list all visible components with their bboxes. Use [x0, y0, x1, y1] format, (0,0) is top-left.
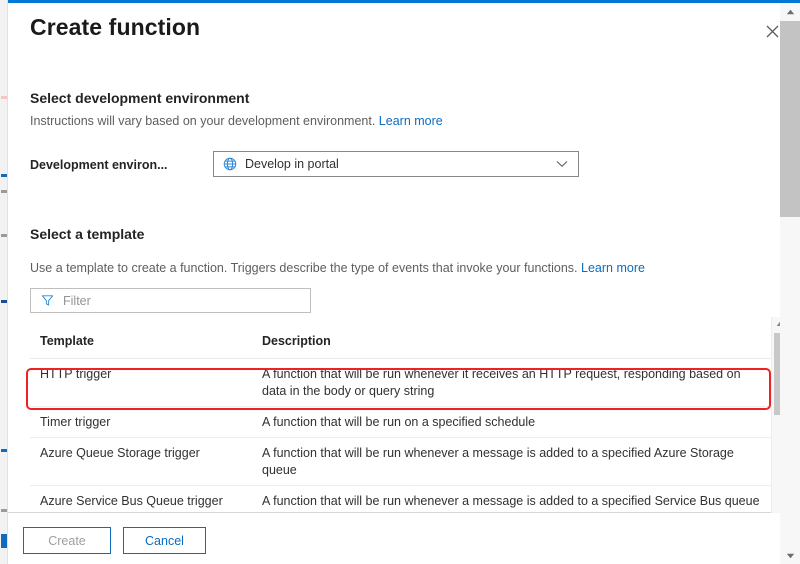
bg-chip [1, 509, 7, 512]
globe-icon [223, 157, 237, 171]
dev-environment-learn-more-link[interactable]: Learn more [379, 114, 443, 128]
background-page-sliver [0, 0, 8, 564]
create-button[interactable]: Create [23, 527, 111, 554]
table-body: HTTP trigger A function that will be run … [30, 358, 780, 509]
page-title: Create function [30, 14, 201, 40]
bg-chip [1, 190, 7, 193]
bg-chip [1, 449, 7, 452]
dev-environment-dropdown[interactable]: Develop in portal [213, 151, 579, 177]
blade-content: Select development environment Instructi… [8, 58, 780, 512]
table-header-row: Template Description [30, 333, 780, 358]
template-description: Use a template to create a function. Tri… [30, 261, 645, 275]
table-row[interactable]: Timer trigger A function that will be run… [30, 407, 780, 438]
template-heading: Select a template [30, 226, 145, 242]
cell-template-name: Azure Service Bus Queue trigger [40, 494, 223, 508]
template-learn-more-link[interactable]: Learn more [581, 261, 645, 275]
cell-template-description: A function that will be run whenever it … [262, 367, 741, 398]
dev-environment-selected-value: Develop in portal [245, 157, 339, 171]
cell-template-description: A function that will be run whenever a m… [262, 494, 760, 508]
bg-chip [1, 96, 7, 99]
bg-chip [1, 534, 7, 548]
chevron-down-icon [556, 160, 568, 168]
cell-template-name: Timer trigger [40, 415, 111, 429]
bg-chip [1, 234, 7, 237]
templates-table: Template Description HTTP trigger A funct… [30, 333, 780, 509]
table-row[interactable]: HTTP trigger A function that will be run … [30, 359, 780, 407]
create-function-blade: Create function Select development envir… [8, 0, 800, 564]
template-description-text: Use a template to create a function. Tri… [30, 261, 578, 275]
footer-action-bar: Create Cancel [8, 512, 800, 564]
bg-chip [1, 174, 7, 177]
dev-environment-description: Instructions will vary based on your dev… [30, 114, 443, 128]
bg-chip [1, 300, 7, 303]
cancel-button[interactable]: Cancel [123, 527, 206, 554]
cell-template-name: HTTP trigger [40, 367, 112, 381]
table-row[interactable]: Azure Service Bus Queue trigger A functio… [30, 486, 780, 509]
page-scrollbar-thumb[interactable] [780, 21, 800, 217]
scroll-up-icon[interactable] [780, 3, 800, 20]
dev-environment-field-label: Development environ... [30, 158, 168, 172]
title-bar: Create function [8, 6, 800, 58]
template-filter-box[interactable] [30, 288, 311, 313]
dev-environment-description-text: Instructions will vary based on your dev… [30, 114, 376, 128]
scroll-down-icon[interactable] [780, 547, 800, 564]
table-row[interactable]: Azure Queue Storage trigger A function th… [30, 438, 780, 486]
funnel-icon [41, 294, 54, 307]
template-filter-input[interactable] [63, 289, 310, 312]
cell-template-description: A function that will be run whenever a m… [262, 446, 734, 477]
page-scrollbar[interactable] [780, 3, 800, 564]
column-header-description: Description [262, 334, 331, 348]
dev-environment-heading: Select development environment [30, 90, 250, 106]
column-header-template: Template [40, 334, 94, 348]
cell-template-name: Azure Queue Storage trigger [40, 446, 200, 460]
cell-template-description: A function that will be run on a specifi… [262, 415, 536, 429]
